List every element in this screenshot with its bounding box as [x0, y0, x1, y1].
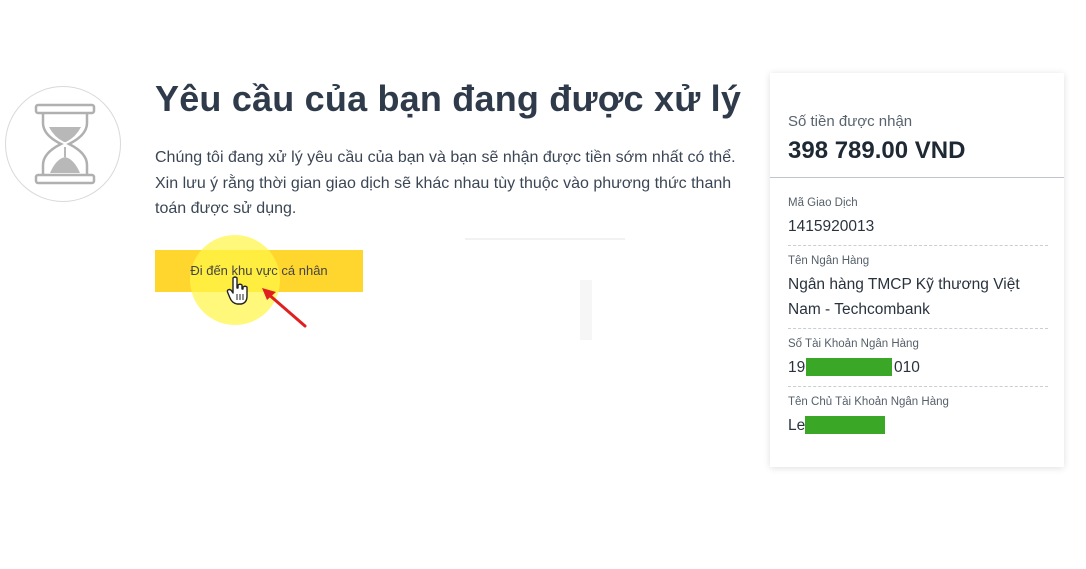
- bank-name-label: Tên Ngân Hàng: [788, 255, 870, 267]
- background-artifact: [580, 280, 592, 340]
- red-arrow-icon: [262, 288, 307, 328]
- transaction-id-row: Mã Giao Dịch 1415920013: [788, 178, 1048, 246]
- transaction-id-value: 1415920013: [788, 218, 875, 235]
- account-number-masked: 19 010: [788, 355, 920, 380]
- bank-name-row: Tên Ngân Hàng Ngân hàng TMCP Kỹ thương V…: [788, 246, 1048, 329]
- amount-section: Số tiền được nhận 398 789.00 VND: [770, 73, 1064, 178]
- transaction-id-label: Mã Giao Dịch: [788, 197, 858, 209]
- bank-name-value: Ngân hàng TMCP Kỹ thương Việt Nam - Tech…: [788, 276, 1020, 318]
- account-number-prefix: 19: [788, 359, 806, 376]
- account-holder-row: Tên Chủ Tài Khoản Ngân Hàng Le: [788, 387, 1048, 444]
- account-holder-prefix: Le: [788, 417, 806, 434]
- status-description: Chúng tôi đang xử lý yêu cầu của bạn và …: [155, 149, 736, 217]
- background-artifact: [465, 238, 625, 240]
- account-number-label: Số Tài Khoản Ngân Hàng: [788, 338, 919, 350]
- hand-cursor-icon: [226, 276, 248, 305]
- page-title: Yêu cầu của bạn đang được xử lý: [155, 78, 742, 119]
- account-holder-value: Le: [788, 413, 1048, 438]
- transaction-summary-card: Số tiền được nhận 398 789.00 VND Mã Giao…: [770, 73, 1064, 467]
- account-number-suffix: 010: [894, 359, 920, 376]
- hourglass-icon: [5, 86, 121, 202]
- account-number-row: Số Tài Khoản Ngân Hàng 19 010: [788, 329, 1048, 387]
- account-holder-label: Tên Chủ Tài Khoản Ngân Hàng: [788, 396, 949, 408]
- account-holder-masked: Le: [788, 413, 888, 438]
- redaction-bar: [806, 358, 892, 376]
- redaction-bar: [805, 416, 885, 434]
- account-number-value: 19 010: [788, 355, 1048, 380]
- amount-value: 398 789.00 VND: [788, 137, 966, 164]
- amount-label: Số tiền được nhận: [788, 113, 913, 130]
